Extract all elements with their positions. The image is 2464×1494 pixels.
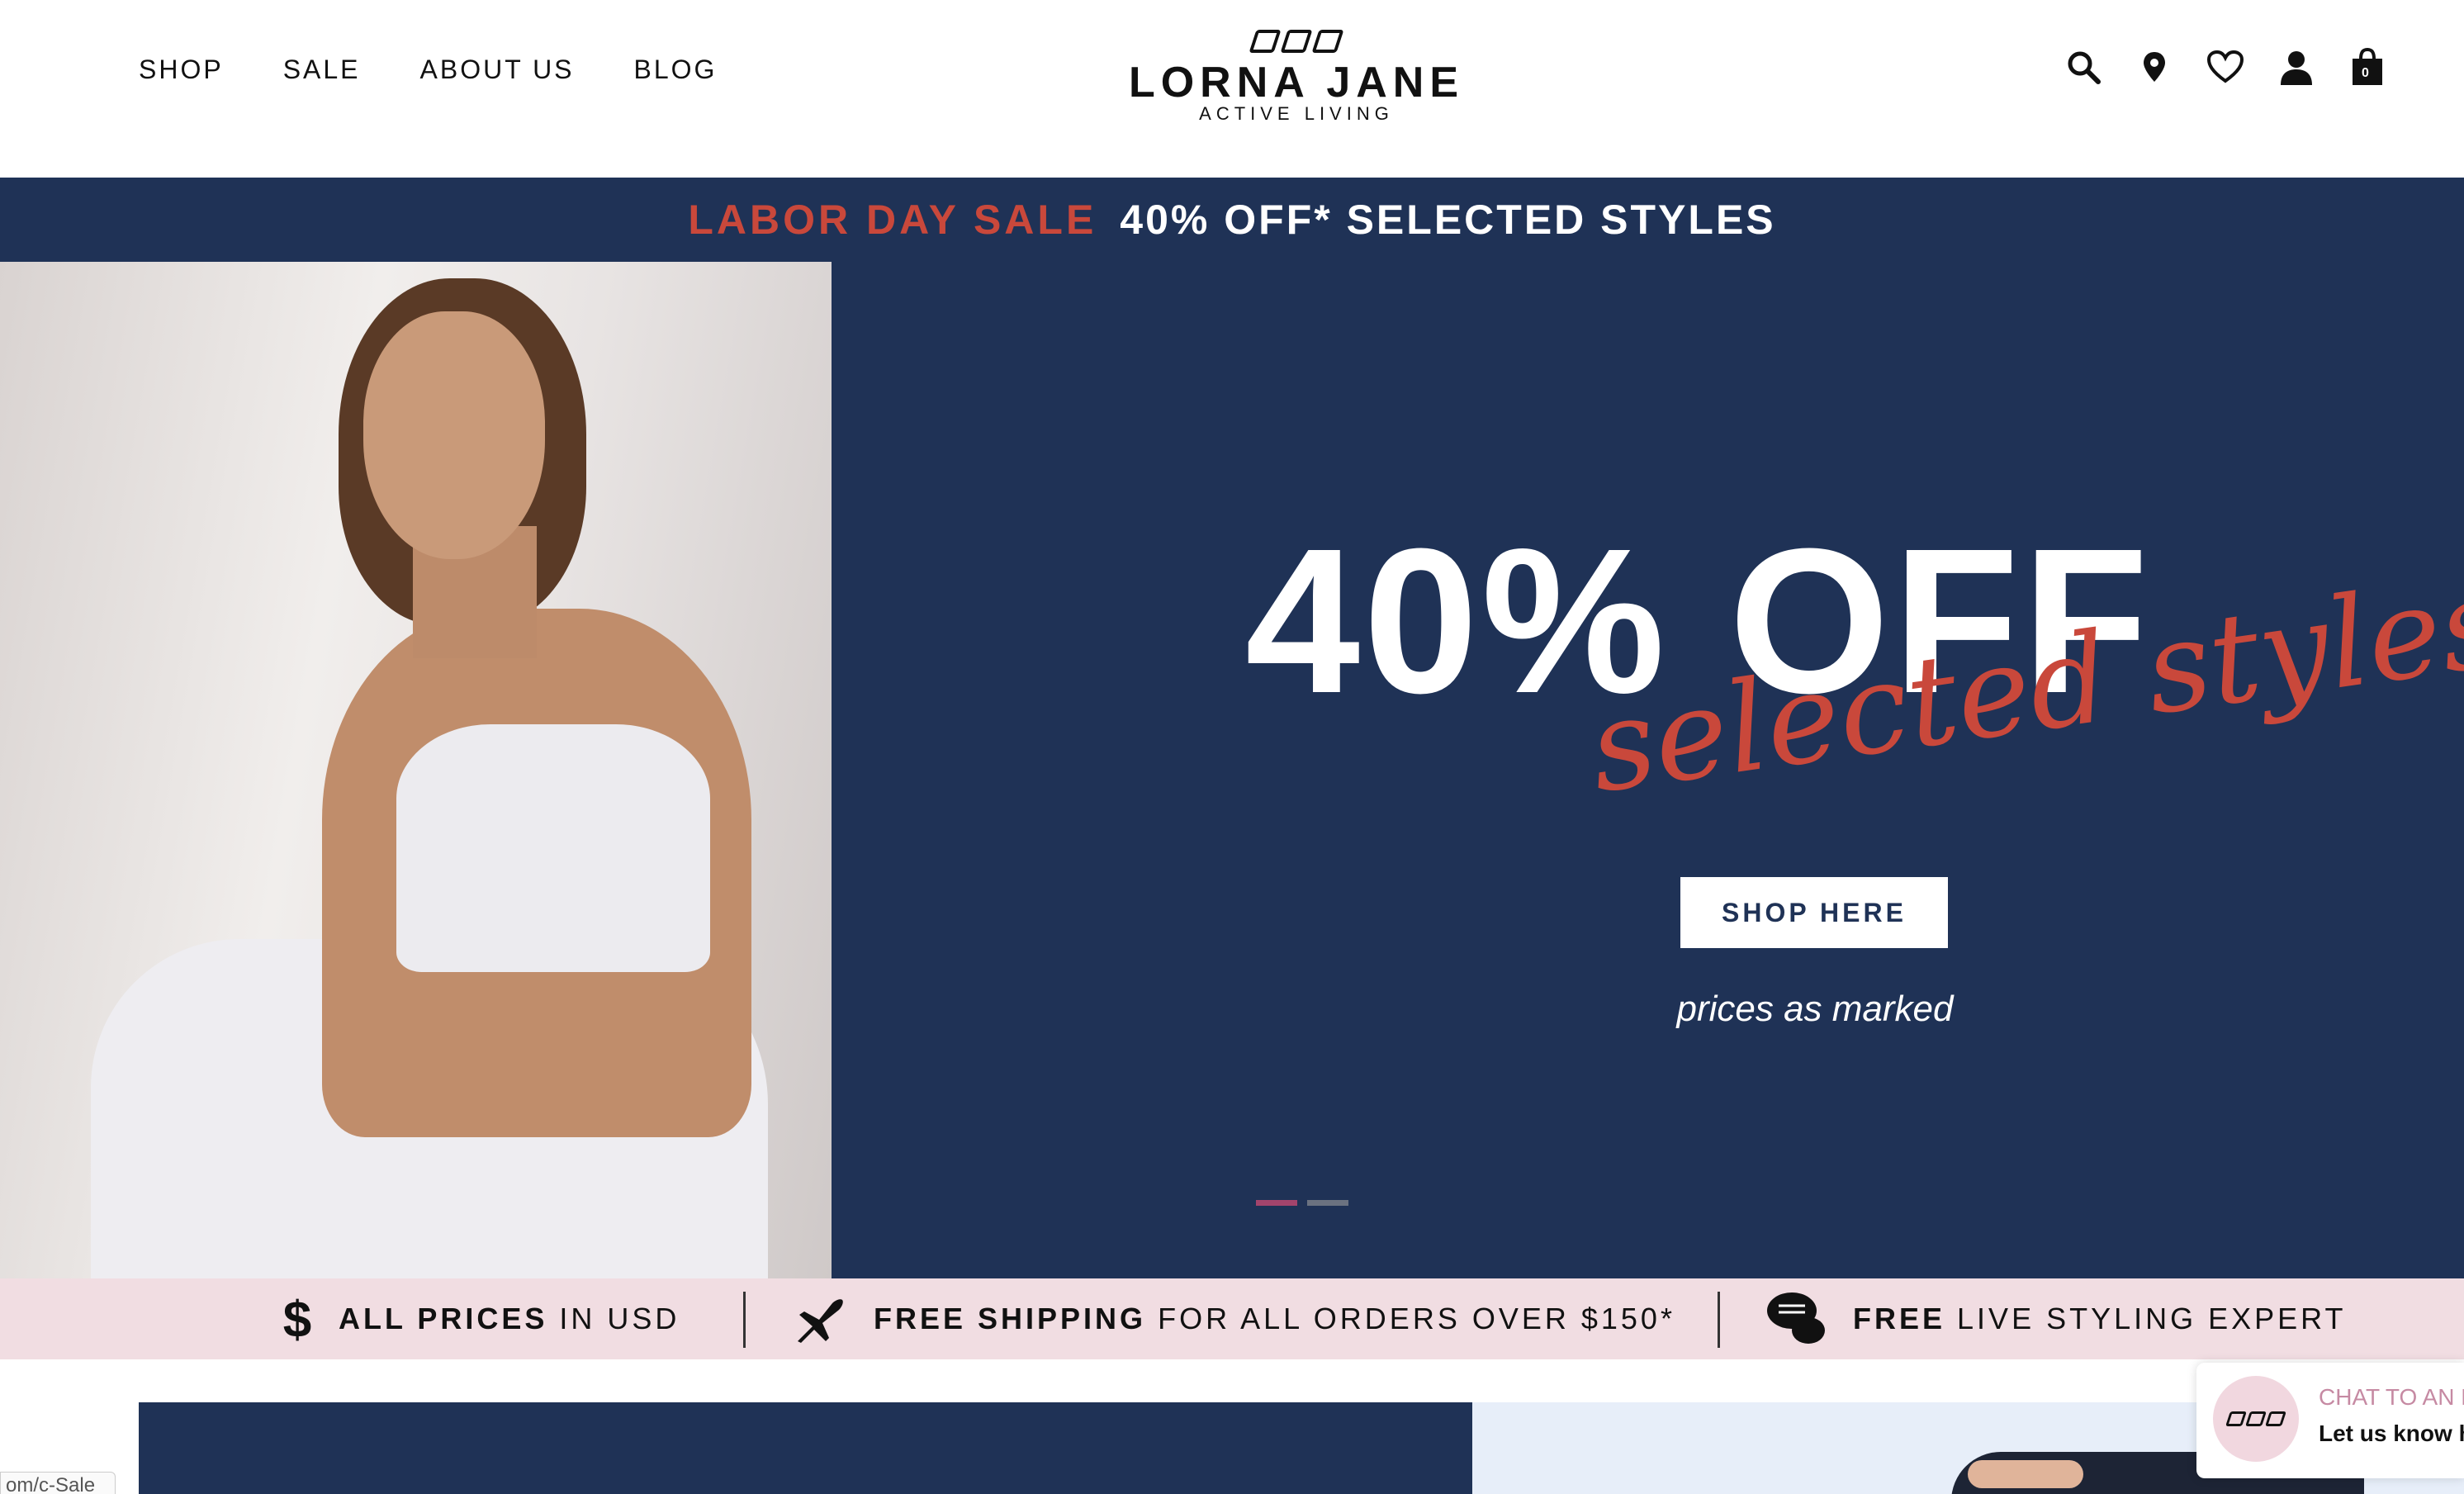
chat-bubbles-icon: [1767, 1292, 1825, 1344]
header-icons: 0: [2064, 47, 2386, 86]
dollar-icon: $: [283, 1292, 311, 1345]
carousel-dot-1[interactable]: [1256, 1200, 1297, 1206]
benefit-styling-bold: FREE: [1853, 1302, 1946, 1335]
bag-count: 0: [2362, 66, 2369, 80]
svg-text:$: $: [283, 1292, 311, 1345]
logo-name: LORNA JANE: [1128, 59, 1465, 107]
hero-banner[interactable]: 40% OFF selected styles* SHOP HERE price…: [0, 262, 2464, 1278]
benefit-shipping: FREE SHIPPING FOR ALL ORDERS OVER $150*: [791, 1278, 1675, 1359]
nav-shop[interactable]: SHOP: [139, 55, 224, 85]
benefit-styling: FREE LIVE STYLING EXPERT: [1765, 1278, 2347, 1359]
benefit-shipping-bold: FREE SHIPPING: [874, 1302, 1147, 1335]
logo-mark-icon: [1123, 30, 1470, 58]
carousel-dot-2[interactable]: [1307, 1200, 1348, 1206]
benefit-prices-bold: ALL PRICES: [339, 1302, 548, 1335]
hero-note: prices as marked: [1676, 989, 1954, 1029]
nav-blog[interactable]: BLOG: [634, 55, 718, 85]
airplane-icon: [798, 1299, 843, 1343]
shopping-bag-icon[interactable]: 0: [2348, 47, 2386, 86]
user-icon[interactable]: [2277, 48, 2315, 86]
benefit-styling-rest: LIVE STYLING EXPERT: [1957, 1302, 2347, 1335]
nav-about-us[interactable]: ABOUT US: [420, 55, 575, 85]
benefit-prices: $ ALL PRICES IN USD: [281, 1278, 680, 1359]
promo-highlight: LABOR DAY SALE: [688, 197, 1097, 243]
category-tile-left[interactable]: [139, 1402, 1472, 1494]
carousel-dots: [1256, 1200, 1348, 1206]
promo-text: 40% OFF* SELECTED STYLES: [1120, 197, 1776, 243]
hero-model-photo: [0, 262, 832, 1278]
chat-widget[interactable]: CHAT TO AN EX Let us know h: [2196, 1363, 2464, 1478]
chat-logo-icon: [2213, 1376, 2299, 1462]
brand-logo[interactable]: LORNA JANE ACTIVE LIVING: [1123, 30, 1470, 124]
nav-sale[interactable]: SALE: [283, 55, 361, 85]
status-bar-url: om/c-Sale: [0, 1472, 116, 1494]
benefit-prices-rest: IN USD: [559, 1302, 680, 1335]
chat-message: Let us know h: [2319, 1420, 2464, 1446]
search-icon[interactable]: [2064, 48, 2102, 86]
benefit-shipping-rest: FOR ALL ORDERS OVER $150*: [1158, 1302, 1675, 1335]
benefit-divider: [743, 1292, 746, 1348]
logo-tagline: ACTIVE LIVING: [1199, 103, 1394, 124]
benefit-divider: [1718, 1292, 1720, 1348]
main-nav: SHOP SALE ABOUT US BLOG: [139, 55, 717, 85]
location-pin-icon[interactable]: [2135, 48, 2173, 86]
shop-here-button[interactable]: SHOP HERE: [1680, 877, 1948, 948]
site-header: SHOP SALE ABOUT US BLOG LORNA JANE ACTIV…: [0, 0, 2464, 178]
chat-title: CHAT TO AN EX: [2319, 1384, 2464, 1410]
promo-bar[interactable]: LABOR DAY SALE 40% OFF* SELECTED STYLES: [0, 178, 2464, 262]
benefits-bar: $ ALL PRICES IN USD FREE SHIPPING FOR AL…: [0, 1278, 2464, 1359]
heart-icon[interactable]: [2206, 48, 2244, 86]
